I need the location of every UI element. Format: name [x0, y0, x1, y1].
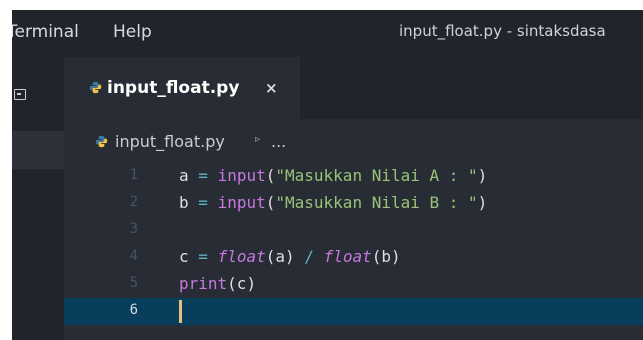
breadcrumb-arrow-icon: ▹	[255, 134, 261, 145]
python-icon	[95, 135, 108, 148]
code-token: print	[179, 274, 228, 293]
tab-label: input_float.py	[107, 78, 240, 98]
code-text: print(c)	[179, 274, 256, 293]
menu-help[interactable]: Help	[113, 22, 152, 42]
code-token: input	[217, 193, 266, 212]
code-line[interactable]: 2 b = input("Masukkan Nilai B : ")	[64, 190, 643, 217]
line-number: 1	[129, 167, 138, 183]
code-line[interactable]: 3	[64, 217, 643, 244]
left-panel-strip	[12, 57, 64, 340]
code-token: (c)	[227, 274, 257, 293]
code-line[interactable]: 5 print(c)	[64, 271, 643, 298]
code-token: (b)	[371, 247, 401, 266]
code-text: a = input("Masukkan Nilai A : ")	[179, 166, 487, 185]
code-line[interactable]: 4c = float(a) / float(b)	[64, 244, 643, 271]
code-text: c = float(a) / float(b)	[179, 247, 401, 266]
tab-bar: input_float.py ×	[64, 57, 643, 119]
code-token: input	[217, 166, 266, 185]
code-line[interactable]: 1 a = input("Masukkan Nilai A : ")	[64, 163, 643, 190]
code-token: /	[304, 247, 314, 266]
breadcrumb-symbols[interactable]: ...	[271, 132, 286, 151]
line-number: 4	[129, 248, 138, 264]
code-token: c	[179, 247, 189, 266]
code-token: "Masukkan Nilai B : "	[275, 193, 478, 212]
code-token: a	[179, 166, 189, 185]
line-number: 2	[129, 194, 138, 210]
code-token: )	[477, 193, 488, 212]
breadcrumb-file[interactable]: input_float.py	[115, 132, 225, 151]
line-number: 6	[129, 302, 138, 318]
text-cursor	[179, 300, 182, 323]
code-token: (a)	[265, 247, 295, 266]
code-token: (	[265, 166, 276, 185]
line-number: 3	[129, 221, 138, 237]
code-line[interactable]: 6	[64, 298, 643, 325]
code-token: b	[179, 193, 189, 212]
code-token: =	[198, 166, 208, 185]
python-icon	[89, 81, 102, 94]
code-editor[interactable]: 1a = input("Masukkan Nilai A : ") 2 b = in…	[64, 163, 643, 340]
code-token: (	[265, 193, 276, 212]
breadcrumb: input_float.py ▹ ...	[64, 119, 643, 163]
code-token: )	[477, 166, 488, 185]
code-token: float	[323, 247, 372, 266]
close-icon[interactable]: ×	[265, 79, 278, 97]
menu-terminal[interactable]: Terminal	[12, 22, 79, 42]
code-token: "Masukkan Nilai A : "	[275, 166, 478, 185]
tab-input-float[interactable]: input_float.py ×	[64, 57, 300, 119]
window-title: input_float.py - sintaksdasa	[399, 22, 606, 40]
explorer-selected-row[interactable]	[12, 131, 64, 169]
code-token: =	[198, 193, 208, 212]
vscode-window: Terminal Help input_float.py - sintaksda…	[12, 10, 643, 340]
code-token: =	[198, 247, 208, 266]
menu-bar: Terminal Help input_float.py - sintaksda…	[12, 10, 643, 57]
terminal-panel-icon[interactable]	[14, 89, 26, 100]
code-text: b = input("Masukkan Nilai B : ")	[179, 193, 487, 212]
line-number: 5	[129, 275, 138, 291]
code-token: float	[217, 247, 266, 266]
